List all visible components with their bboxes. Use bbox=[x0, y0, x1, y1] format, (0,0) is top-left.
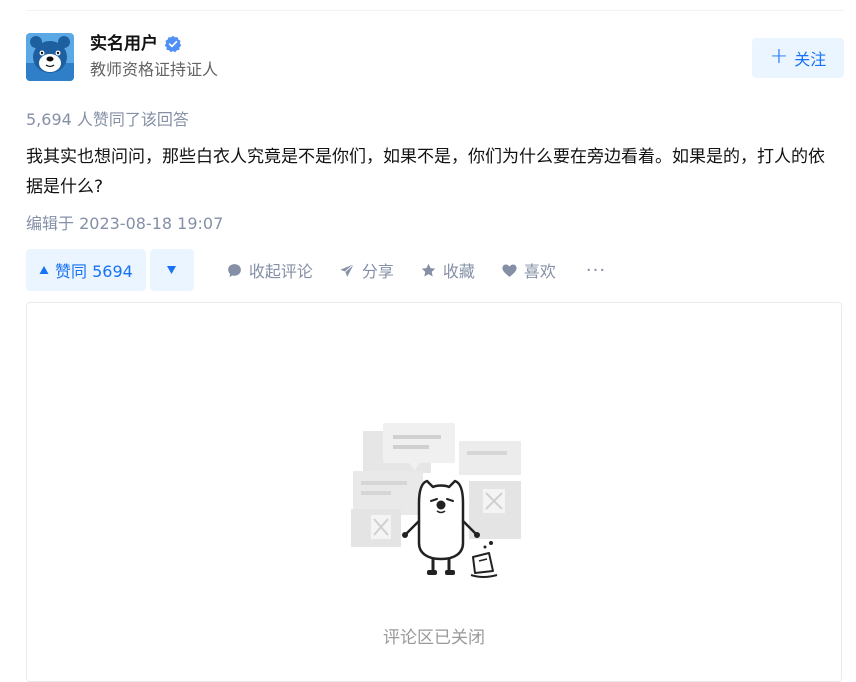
upvote-summary[interactable]: 5,694 人赞同了该回答 bbox=[26, 106, 189, 130]
favorite-button[interactable]: 收藏 bbox=[420, 258, 475, 282]
triangle-down-icon bbox=[167, 266, 177, 274]
share-button[interactable]: 分享 bbox=[339, 258, 394, 282]
follow-label: 关注 bbox=[794, 50, 827, 69]
comment-section: 评论区已关闭 bbox=[26, 302, 842, 682]
star-icon bbox=[421, 263, 436, 277]
top-divider bbox=[26, 10, 844, 11]
vote-up-label: 赞同 5694 bbox=[55, 262, 133, 281]
edit-time[interactable]: 编辑于 2023-08-18 19:07 bbox=[26, 210, 223, 234]
author-headline: 教师资格证持证人 bbox=[90, 60, 219, 79]
vote-down-button[interactable] bbox=[149, 249, 194, 291]
heart-icon bbox=[502, 263, 517, 277]
author-name[interactable]: 实名用户 bbox=[90, 33, 158, 55]
blue-bear-avatar-icon bbox=[26, 33, 74, 81]
action-bar: 赞同 5694 收起评论 分享 收藏 喜欢 ··· bbox=[26, 249, 606, 291]
comments-closed-illustration bbox=[351, 423, 521, 578]
share-label: 分享 bbox=[361, 262, 394, 281]
author-name-row: 实名用户 bbox=[90, 33, 182, 55]
follow-button[interactable]: + 关注 bbox=[752, 38, 844, 78]
author-header: 实名用户 教师资格证持证人 + 关注 bbox=[26, 33, 844, 83]
vote-up-button[interactable]: 赞同 5694 bbox=[26, 249, 146, 291]
favorite-label: 收藏 bbox=[442, 262, 475, 281]
comments-closed-text: 评论区已关闭 bbox=[383, 628, 485, 648]
like-label: 喜欢 bbox=[523, 262, 556, 281]
comment-bubble-icon bbox=[227, 263, 241, 277]
triangle-up-icon bbox=[39, 266, 49, 274]
like-button[interactable]: 喜欢 bbox=[501, 258, 556, 282]
paper-plane-icon bbox=[340, 263, 355, 277]
answer-content: 我其实也想问问，那些白衣人究竟是不是你们，如果不是，你们为什么要在旁边看着。如果… bbox=[26, 147, 825, 197]
plus-icon: + bbox=[769, 44, 789, 69]
collapse-comments-button[interactable]: 收起评论 bbox=[226, 258, 313, 282]
verified-badge-icon bbox=[164, 35, 182, 53]
collapse-comments-label: 收起评论 bbox=[248, 262, 313, 281]
more-button[interactable]: ··· bbox=[586, 260, 606, 281]
author-avatar[interactable] bbox=[26, 33, 74, 81]
